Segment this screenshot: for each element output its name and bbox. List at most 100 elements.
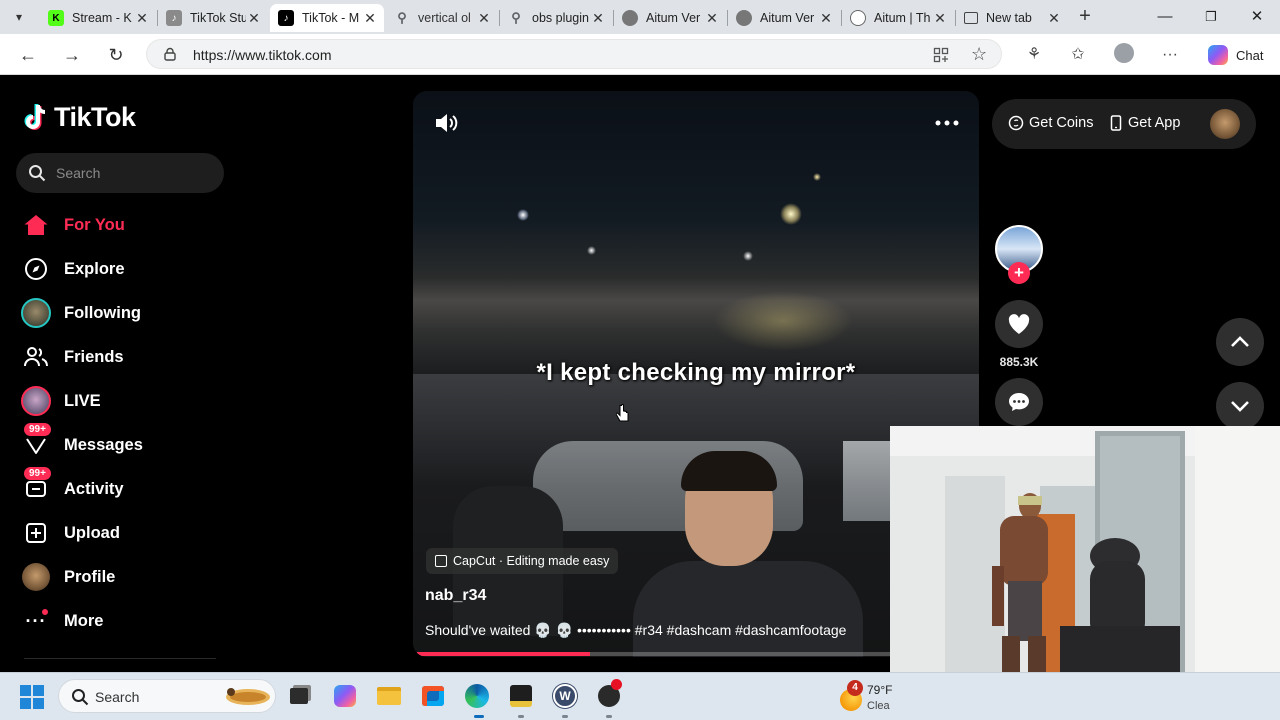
tiktok-logo[interactable]: TikTok (24, 102, 136, 133)
tab-aitum-1[interactable]: Aitum Ver ✕ (614, 4, 726, 32)
extensions-icon[interactable]: ⚘ (1022, 43, 1046, 67)
back-button[interactable]: ← (15, 42, 41, 68)
comment-icon (1009, 393, 1029, 411)
app-available-icon[interactable] (933, 47, 949, 63)
browser-tab-bar: ▾ K Stream - K ✕ ♪ TikTok Stu ✕ ♪ TikTok… (0, 0, 1280, 34)
windows-taskbar: Search W 4 79°F Clea (0, 672, 1280, 720)
refresh-button[interactable]: ↻ (103, 42, 129, 68)
get-coins-label: Get Coins (1029, 115, 1094, 131)
taskbar-search[interactable]: Search (58, 679, 276, 713)
nav-following[interactable]: Following (18, 293, 218, 333)
tab-vertical-search[interactable]: ⚲ vertical ol ✕ (386, 4, 498, 32)
activity-badge: 99+ (24, 467, 51, 480)
close-icon[interactable]: ✕ (134, 10, 150, 27)
task-view-icon[interactable] (284, 681, 314, 711)
get-app-button[interactable]: Get App (1110, 115, 1180, 131)
lock-icon[interactable] (163, 47, 177, 61)
close-icon[interactable]: ✕ (362, 10, 378, 27)
close-icon[interactable]: ✕ (246, 10, 262, 27)
nav-explore[interactable]: Explore (18, 249, 218, 289)
search-highlight-icon (226, 688, 270, 705)
close-icon[interactable]: ✕ (476, 10, 492, 27)
close-icon[interactable]: ✕ (590, 10, 606, 27)
heart-icon (1008, 314, 1030, 334)
capcut-tag[interactable]: CapCut · Editing made easy (426, 548, 619, 574)
previous-video-button[interactable] (1216, 318, 1264, 366)
get-coins-button[interactable]: Get Coins (1008, 115, 1093, 131)
minimize-button[interactable]: — (1142, 0, 1188, 34)
nav-label: Profile (64, 567, 116, 586)
nav-profile[interactable]: Profile (18, 557, 218, 597)
nav-for-you[interactable]: For You (18, 205, 218, 245)
tab-aitum-2[interactable]: Aitum Ver ✕ (728, 4, 840, 32)
nav-label: Upload (64, 523, 120, 542)
tab-tiktok-main[interactable]: ♪ TikTok - M ✕ (270, 4, 384, 32)
close-icon[interactable]: ✕ (932, 10, 948, 27)
file-explorer-icon[interactable] (374, 681, 404, 711)
copilot-taskbar-icon[interactable] (330, 681, 360, 711)
favorite-star-icon[interactable]: ☆ (971, 44, 987, 65)
weather-notification-badge: 4 (847, 680, 863, 696)
tab-title: Stream - K (72, 11, 132, 25)
kick-icon: K (48, 10, 64, 26)
video-caption-overlay: *I kept checking my mirror* (536, 359, 856, 386)
windows-start-icon[interactable] (20, 685, 44, 709)
like-count: 885.3K (999, 355, 1039, 369)
tiktok-icon: ♪ (166, 10, 182, 26)
like-button[interactable] (995, 300, 1043, 348)
nav-label: For You (64, 215, 125, 234)
close-window-button[interactable]: ✕ (1234, 0, 1280, 34)
video-author[interactable]: nab_r34 (425, 587, 486, 605)
volume-icon[interactable] (433, 111, 459, 135)
close-icon[interactable]: ✕ (818, 10, 834, 27)
friends-icon (18, 341, 54, 373)
next-video-button[interactable] (1216, 382, 1264, 430)
edge-browser-icon[interactable] (462, 681, 492, 711)
close-icon[interactable]: ✕ (704, 10, 720, 27)
nav-more[interactable]: ··· More (18, 601, 218, 641)
video-progress-fill (417, 652, 590, 656)
home-icon (18, 209, 54, 241)
weather-condition: Clea (867, 700, 890, 712)
nav-live[interactable]: LIVE (18, 381, 218, 421)
hand-cursor-icon (616, 404, 629, 422)
globe-icon (736, 10, 752, 26)
search-icon (72, 689, 89, 706)
restore-button[interactable]: ❐ (1188, 0, 1234, 34)
globe-icon (622, 10, 638, 26)
tab-actions-button[interactable]: ▾ (8, 7, 30, 27)
phone-icon (1110, 115, 1122, 131)
follow-plus-button[interactable]: + (1008, 262, 1030, 284)
top-actions: Get Coins Get App (992, 99, 1256, 149)
following-avatar-icon (18, 297, 54, 329)
chevron-down-icon (1231, 401, 1249, 412)
copilot-chat-button[interactable]: Chat (1200, 40, 1272, 70)
address-bar[interactable]: https://www.tiktok.com ☆ (146, 39, 1002, 69)
nav-upload[interactable]: Upload (18, 513, 218, 553)
tab-aitum-3[interactable]: Aitum | Th ✕ (842, 4, 954, 32)
recording-app-icon[interactable] (594, 679, 624, 711)
profile-icon[interactable] (1112, 43, 1136, 67)
logo-wordmark: TikTok (54, 102, 136, 132)
wordpad-app-icon[interactable]: W (550, 681, 580, 711)
tab-title: vertical ol (418, 11, 471, 25)
video-more-icon[interactable] (934, 113, 960, 133)
nav-friends[interactable]: Friends (18, 337, 218, 377)
search-input[interactable]: Search (16, 153, 224, 193)
nav-activity[interactable]: 99+ Activity (18, 467, 218, 509)
obs-app-icon[interactable] (506, 681, 536, 711)
settings-more-icon[interactable]: ··· (1158, 43, 1182, 67)
tab-obs-plugin-search[interactable]: ⚲ obs plugin ✕ (500, 4, 612, 32)
microsoft-store-icon[interactable] (418, 681, 448, 711)
comment-button[interactable] (995, 378, 1043, 426)
tab-new-tab[interactable]: New tab ✕ (956, 4, 1068, 32)
user-avatar[interactable] (1210, 109, 1240, 139)
new-tab-button[interactable]: + (1074, 6, 1096, 28)
nav-messages[interactable]: 99+ Messages (18, 423, 218, 465)
favorites-icon[interactable]: ✩ (1066, 43, 1090, 67)
close-icon[interactable]: ✕ (1046, 10, 1062, 27)
tab-tiktok-studio[interactable]: ♪ TikTok Stu ✕ (158, 4, 268, 32)
weather-widget[interactable]: 4 79°F Clea (838, 677, 892, 717)
forward-button[interactable]: → (59, 42, 85, 68)
tab-stream-kick[interactable]: K Stream - K ✕ (40, 4, 156, 32)
